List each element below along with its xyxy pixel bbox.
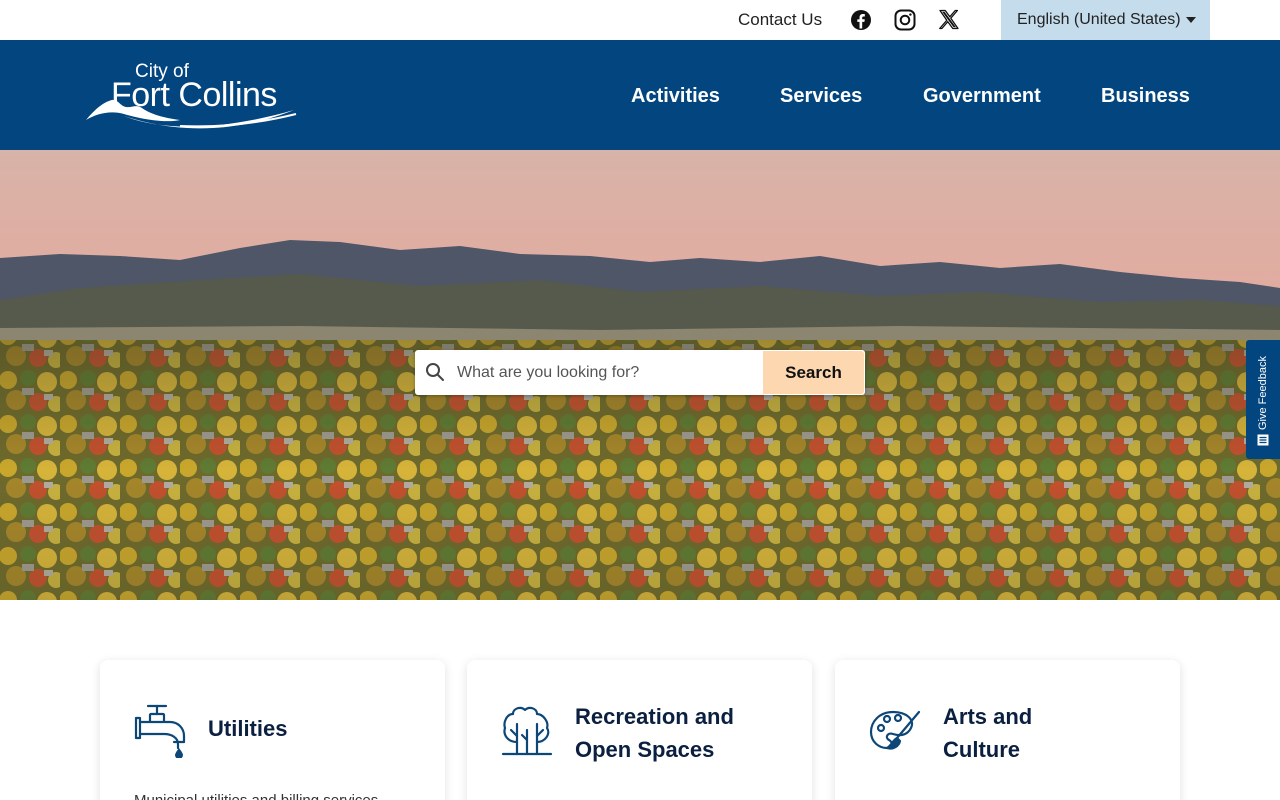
search-icon — [426, 363, 444, 381]
faucet-icon — [134, 702, 186, 758]
feedback-icon — [1257, 434, 1269, 446]
card-title: Arts and Culture — [943, 704, 1033, 762]
nav-activities[interactable]: Activities — [631, 85, 720, 108]
nav-services[interactable]: Services — [780, 85, 862, 108]
search-input[interactable] — [457, 350, 761, 395]
city-logo[interactable]: City of Fort Collins — [84, 56, 306, 134]
language-label: English (United States) — [1017, 11, 1181, 28]
search-box: Search — [415, 350, 865, 395]
site-header: City of Fort Collins Activities Services… — [0, 40, 1280, 150]
instagram-icon[interactable] — [893, 8, 917, 32]
caret-down-icon — [1186, 17, 1196, 23]
palette-icon — [869, 702, 921, 758]
search-button[interactable]: Search — [763, 351, 864, 394]
x-icon[interactable] — [937, 8, 961, 32]
card-utilities[interactable]: Utilities Municipal utilities and billin… — [100, 660, 445, 800]
utility-bar: Contact Us English (United States) — [0, 0, 1280, 40]
card-title: Recreation and Open Spaces — [575, 704, 734, 762]
hero: Search — [0, 150, 1280, 600]
nav-government[interactable]: Government — [923, 85, 1041, 108]
trees-icon — [501, 702, 553, 758]
nav-business[interactable]: Business — [1101, 85, 1190, 108]
give-feedback-tab[interactable]: Give Feedback — [1246, 340, 1280, 459]
contact-us-link[interactable]: Contact Us — [738, 10, 822, 30]
card-text: Municipal utilities and billing services — [134, 792, 378, 800]
card-recreation[interactable]: Recreation and Open Spaces — [467, 660, 812, 800]
card-arts[interactable]: Arts and Culture — [835, 660, 1180, 800]
feedback-label: Give Feedback — [1257, 356, 1269, 430]
card-title: Utilities — [208, 716, 288, 741]
facebook-icon[interactable] — [849, 8, 873, 32]
language-select[interactable]: English (United States) — [1001, 0, 1210, 40]
